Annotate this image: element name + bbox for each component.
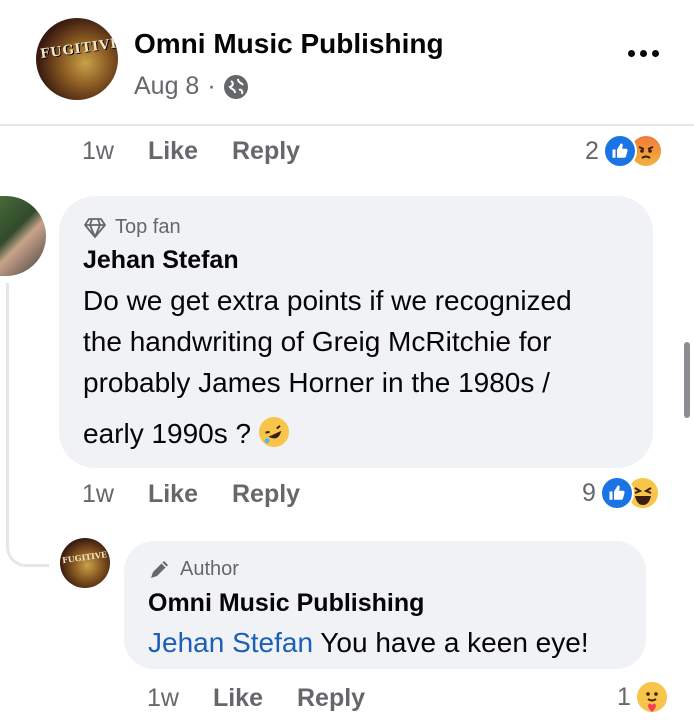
reply-timestamp[interactable]: 1w bbox=[147, 684, 179, 713]
reply-button[interactable]: Reply bbox=[232, 480, 300, 509]
comment-text: Do we get extra points if we recognized … bbox=[83, 280, 643, 454]
comment-bubble: Top fan Jehan Stefan Do we get extra poi… bbox=[59, 196, 653, 468]
like-icon bbox=[599, 476, 634, 510]
rofl-emoji-icon bbox=[253, 412, 294, 452]
page-name[interactable]: Omni Music Publishing bbox=[134, 28, 444, 60]
pencil-icon bbox=[151, 561, 168, 578]
reply-author[interactable]: Omni Music Publishing bbox=[148, 589, 424, 618]
author-badge[interactable]: Author bbox=[148, 557, 239, 581]
post-date[interactable]: Aug 8 bbox=[134, 72, 199, 101]
reaction-summary[interactable]: 1 bbox=[617, 680, 669, 714]
comment-timestamp[interactable]: 1w bbox=[82, 137, 114, 166]
thread-line bbox=[6, 283, 9, 535]
badge-label: Top fan bbox=[115, 216, 181, 238]
comment-line: probably James Horner in the 1980s / bbox=[83, 367, 550, 398]
dot-icon bbox=[628, 50, 635, 57]
mention-link[interactable]: Jehan Stefan bbox=[148, 627, 313, 658]
reaction-count: 1 bbox=[617, 682, 631, 711]
care-icon bbox=[634, 680, 669, 714]
reaction-summary[interactable]: 2 bbox=[585, 134, 663, 168]
dot-icon bbox=[652, 50, 659, 57]
reaction-summary[interactable]: 9 bbox=[582, 476, 660, 510]
diamond-icon bbox=[84, 217, 106, 238]
comment-actions: 1w Like Reply bbox=[82, 137, 334, 166]
reply-button[interactable]: Reply bbox=[297, 684, 365, 713]
top-fan-badge[interactable]: Top fan bbox=[83, 216, 181, 239]
reply-text: Jehan Stefan You have a keen eye! bbox=[148, 622, 589, 663]
page-avatar[interactable]: FUGITIVE bbox=[36, 18, 118, 100]
avatar-logo: FUGITIVE bbox=[39, 35, 118, 63]
commenter-avatar[interactable] bbox=[0, 196, 46, 276]
header-divider bbox=[0, 124, 694, 126]
comment-line: the handwriting of Greig McRitchie for bbox=[83, 326, 552, 357]
scrollbar[interactable] bbox=[684, 342, 690, 418]
globe-icon bbox=[223, 74, 248, 99]
like-button[interactable]: Like bbox=[148, 137, 198, 166]
comment-line: early 1990s ? bbox=[83, 418, 252, 449]
comment-last-line: early 1990s ? bbox=[83, 412, 643, 454]
reaction-count: 2 bbox=[585, 136, 599, 165]
dot-icon bbox=[640, 50, 647, 57]
badge-label: Author bbox=[180, 557, 239, 580]
comment-actions: 1w Like Reply bbox=[82, 480, 334, 509]
comment-author[interactable]: Jehan Stefan bbox=[83, 246, 239, 275]
more-options-button[interactable] bbox=[628, 50, 659, 57]
reply-actions: 1w Like Reply bbox=[147, 684, 399, 713]
post-meta: Aug 8 · bbox=[134, 72, 248, 101]
reply-author-avatar[interactable]: FUGITIVE bbox=[60, 538, 110, 588]
reaction-count: 9 bbox=[582, 478, 596, 507]
like-button[interactable]: Like bbox=[213, 684, 263, 713]
like-button[interactable]: Like bbox=[148, 480, 198, 509]
avatar-logo: FUGITIVE bbox=[61, 549, 108, 566]
reply-bubble: Author Omni Music Publishing Jehan Stefa… bbox=[124, 541, 646, 669]
reply-body: You have a keen eye! bbox=[313, 627, 589, 658]
comment-timestamp[interactable]: 1w bbox=[82, 480, 114, 509]
comment-line: Do we get extra points if we recognized bbox=[83, 285, 572, 316]
reply-button[interactable]: Reply bbox=[232, 137, 300, 166]
meta-separator: · bbox=[207, 72, 216, 100]
thread-connector bbox=[6, 520, 49, 567]
like-icon bbox=[602, 134, 637, 168]
